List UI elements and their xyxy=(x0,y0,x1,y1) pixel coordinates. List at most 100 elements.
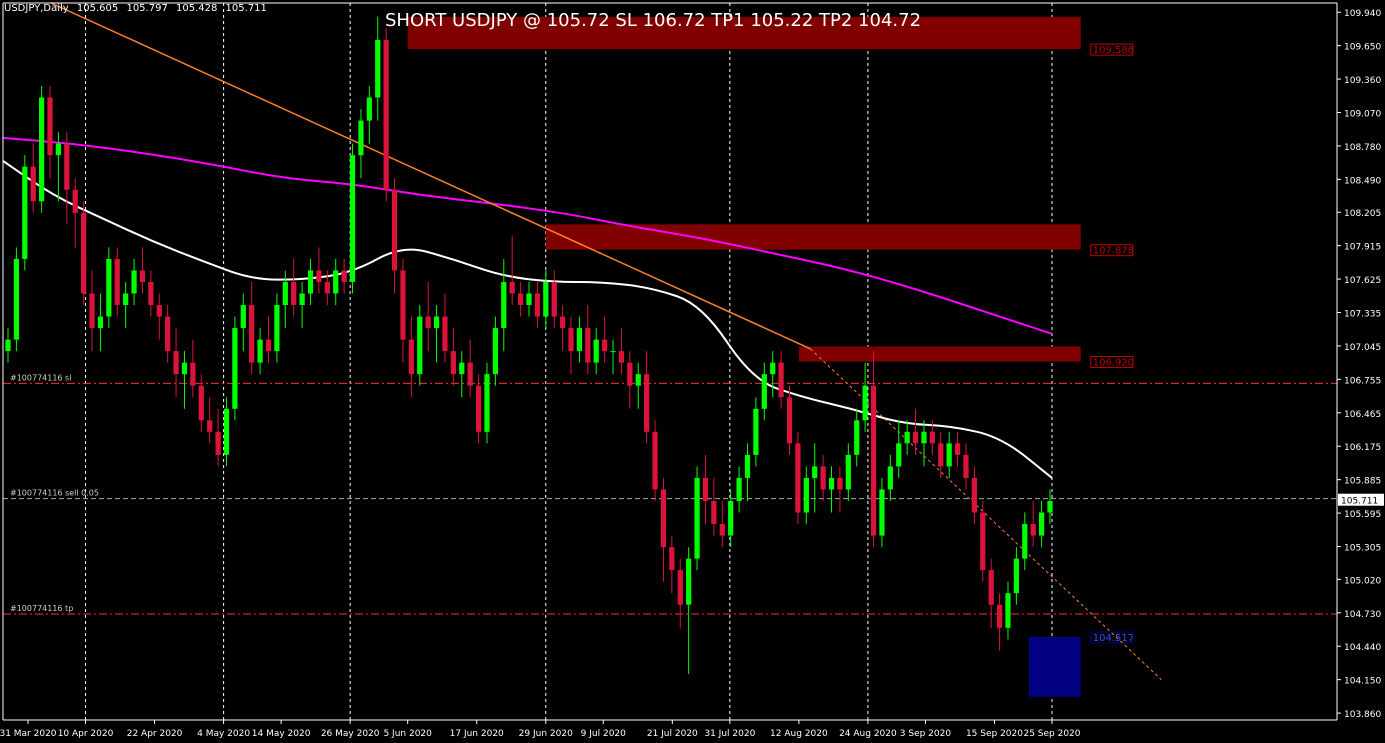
candle-body xyxy=(568,328,574,352)
candle-body xyxy=(358,120,364,156)
price-chart: 109.586107.878106.920104.517 #100774116 … xyxy=(0,0,1385,743)
candle-body xyxy=(980,512,986,571)
candle-body xyxy=(585,328,591,363)
candle-body xyxy=(560,316,566,329)
candle-body xyxy=(13,258,20,340)
candle-body xyxy=(156,305,162,317)
candle-body xyxy=(728,500,734,536)
candle-body xyxy=(1030,524,1036,536)
candle-body xyxy=(408,339,414,375)
candle-body xyxy=(123,293,129,306)
candle-body xyxy=(257,339,263,363)
candle-body xyxy=(820,466,826,490)
candle-body xyxy=(602,339,608,352)
candle-body xyxy=(753,408,759,455)
ohlc-high: 105.797 xyxy=(126,3,168,14)
x-tick-label: 14 May 2020 xyxy=(252,729,311,739)
y-tick-label: 107.625 xyxy=(1344,276,1381,286)
symbol-timeframe: USDJPY,Daily xyxy=(4,3,69,14)
y-tick-label: 108.205 xyxy=(1344,209,1381,219)
candle-body xyxy=(686,558,692,605)
candle-body xyxy=(442,316,448,352)
candle-body xyxy=(1022,524,1028,559)
y-tick-label: 109.360 xyxy=(1344,76,1381,86)
candle-body xyxy=(97,316,104,329)
candle-body xyxy=(492,328,498,375)
candle-body xyxy=(223,408,230,455)
candle-body xyxy=(912,431,919,444)
x-tick-label: 15 Sep 2020 xyxy=(966,729,1023,739)
candle-body xyxy=(450,351,456,375)
candle-body xyxy=(627,362,633,386)
candle-body xyxy=(39,97,45,202)
candle-body xyxy=(324,281,330,294)
candle-body xyxy=(215,431,221,455)
candle-body xyxy=(333,270,339,294)
ohlc-low: 105.428 xyxy=(176,3,218,14)
candle-body xyxy=(307,270,314,294)
y-tick-label: 108.490 xyxy=(1344,176,1381,186)
candle-body xyxy=(543,281,549,317)
candle-body xyxy=(366,97,372,121)
zone-label: 109.586 xyxy=(1093,45,1134,56)
resistance-zone xyxy=(545,224,1081,250)
candle-body xyxy=(400,270,406,340)
candle-body xyxy=(173,351,179,375)
candle-body xyxy=(1013,558,1019,594)
candle-body xyxy=(265,339,272,352)
candle-body xyxy=(190,362,196,386)
x-tick-label: 24 Aug 2020 xyxy=(839,729,897,739)
candle-body xyxy=(467,362,473,386)
y-tick-label: 106.755 xyxy=(1344,376,1381,386)
candle-body xyxy=(375,39,381,98)
candle-body xyxy=(299,293,305,306)
x-tick-label: 26 May 2020 xyxy=(321,729,380,739)
candle-body xyxy=(803,477,809,513)
candle-body xyxy=(316,270,322,282)
candle-body xyxy=(812,466,818,478)
candle-body xyxy=(551,281,557,317)
candle-body xyxy=(1047,500,1053,513)
order-line-label: #100774116 tp xyxy=(10,604,73,613)
y-tick-label: 107.045 xyxy=(1344,343,1381,353)
candle-body xyxy=(47,97,53,156)
candle-body xyxy=(576,328,583,352)
candle-body xyxy=(106,258,112,317)
candle-body xyxy=(719,524,725,536)
candle-body xyxy=(207,420,213,432)
candle-body xyxy=(862,385,868,421)
candle-body xyxy=(996,604,1003,628)
candle-body xyxy=(694,477,700,559)
chart-title: SHORT USDJPY @ 105.72 SL 106.72 TP1 105.… xyxy=(385,10,922,31)
candle-body xyxy=(770,362,776,375)
y-tick-label: 108.780 xyxy=(1344,143,1381,153)
candle-body xyxy=(870,385,877,536)
y-tick-label: 109.070 xyxy=(1344,110,1381,120)
candle-body xyxy=(391,189,398,271)
x-tick-label: 22 Apr 2020 xyxy=(127,729,183,739)
candle-body xyxy=(736,477,742,501)
candle-body xyxy=(610,351,616,353)
candle-body xyxy=(341,270,347,282)
candle-body xyxy=(635,374,641,386)
candle-body xyxy=(425,316,431,329)
candle-body xyxy=(795,443,801,513)
candle-body xyxy=(837,477,843,490)
x-tick-label: 31 Mar 2020 xyxy=(0,729,57,739)
ohlc-open: 105.605 xyxy=(76,3,119,14)
candle-body xyxy=(501,281,507,329)
order-line-label: #100774116 sell 0.05 xyxy=(10,489,99,498)
candle-body xyxy=(660,489,667,548)
candle-body xyxy=(946,443,952,467)
y-tick-label: 104.440 xyxy=(1344,643,1381,653)
x-tick-label: 21 Jul 2020 xyxy=(647,729,698,739)
candle-body xyxy=(896,443,902,467)
candle-body xyxy=(475,385,482,432)
candle-body xyxy=(509,281,515,294)
candle-body xyxy=(879,489,885,536)
candle-body xyxy=(534,293,541,317)
candle-body xyxy=(904,431,910,444)
candle-body xyxy=(64,143,70,190)
y-tick-label: 103.860 xyxy=(1344,710,1381,720)
candle-body xyxy=(828,477,835,490)
